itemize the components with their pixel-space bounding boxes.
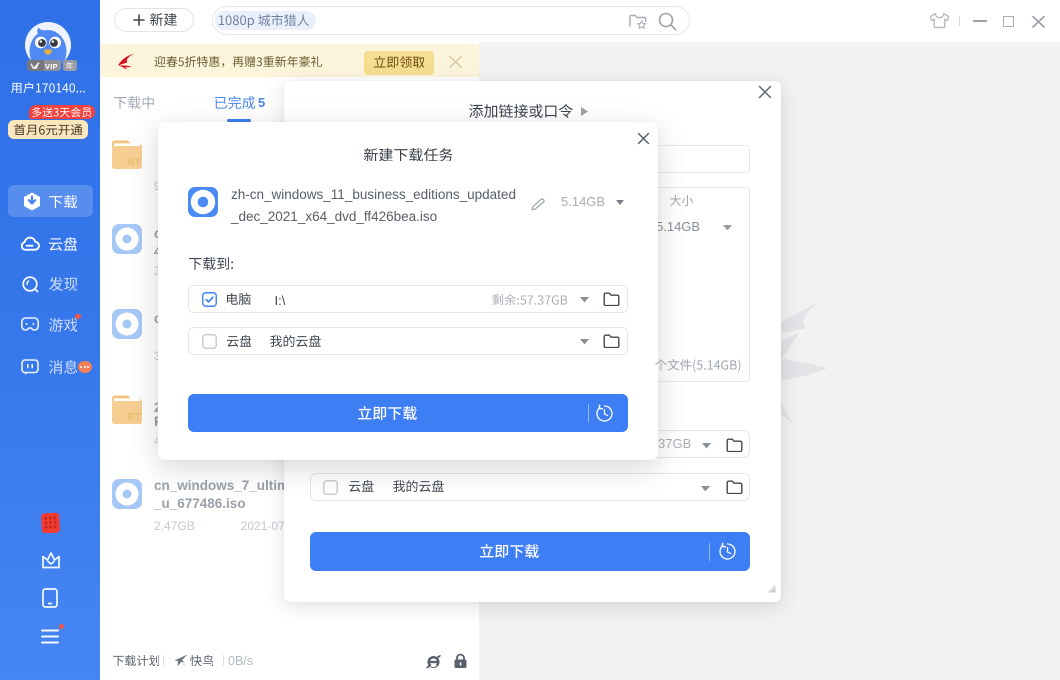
svg-text:BT: BT: [127, 156, 142, 168]
svg-text:BT: BT: [127, 411, 142, 423]
